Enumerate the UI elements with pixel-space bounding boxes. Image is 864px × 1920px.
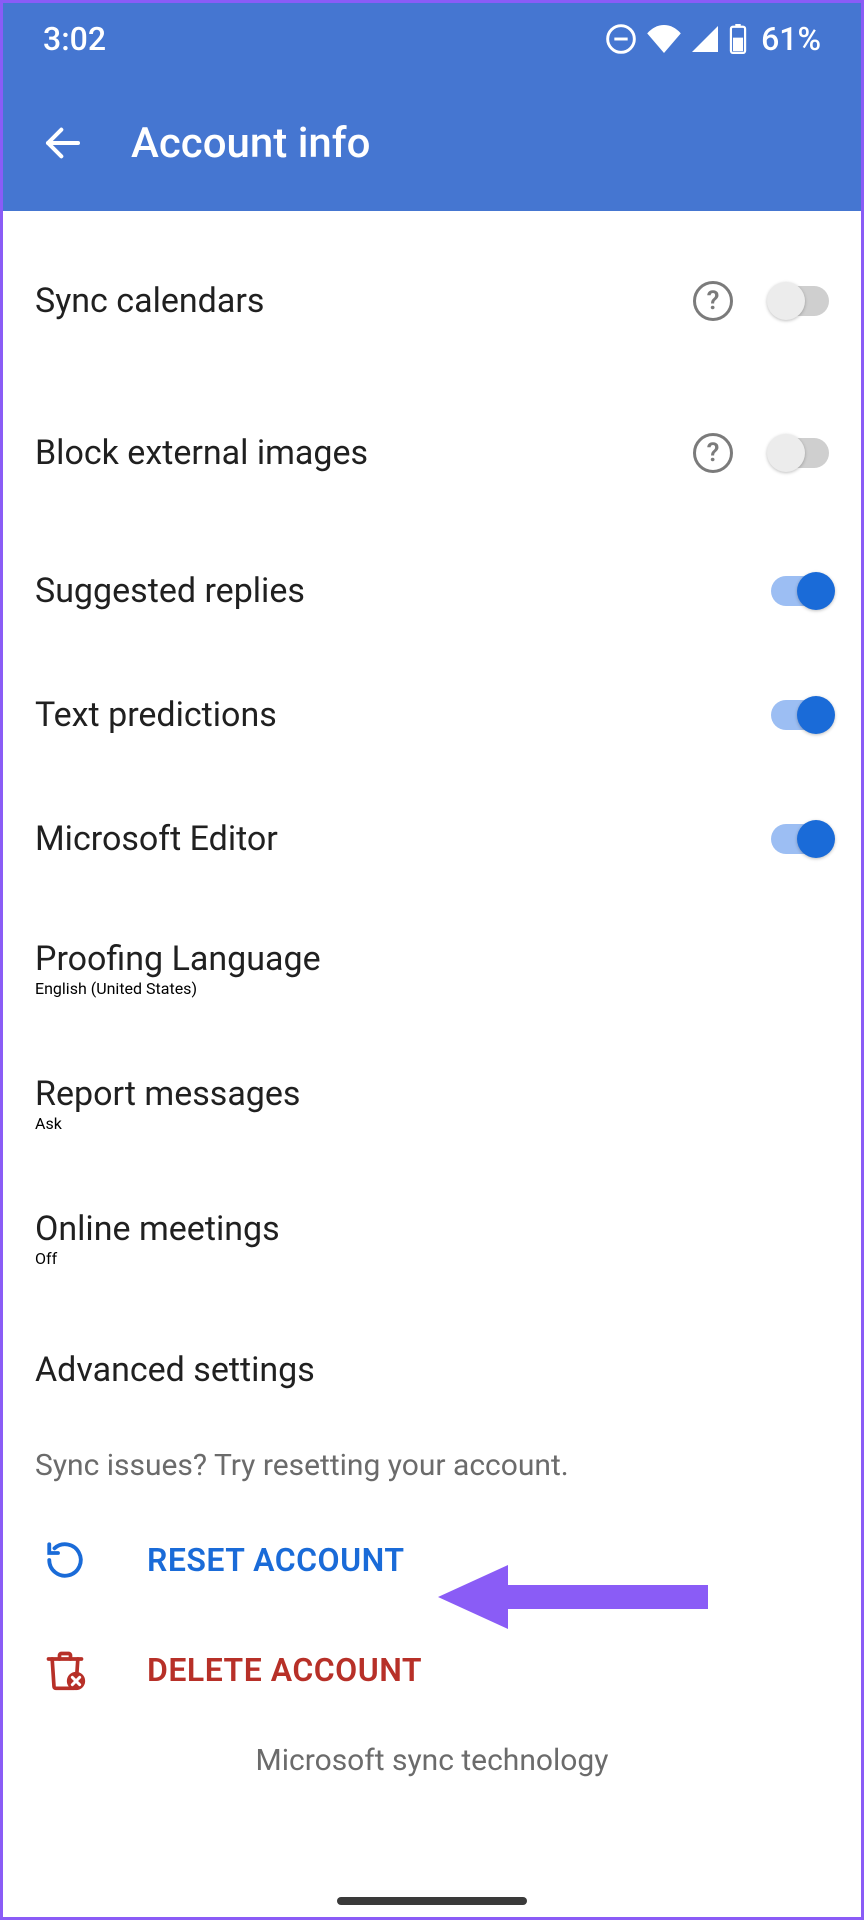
toggle-block-external-images[interactable] — [771, 438, 829, 468]
setting-online-meetings[interactable]: Online meetings Off — [3, 1185, 861, 1292]
help-icon[interactable]: ? — [693, 281, 733, 321]
setting-advanced-settings[interactable]: Advanced settings — [3, 1320, 861, 1420]
footer-text: Microsoft sync technology — [3, 1725, 861, 1838]
setting-block-external-images[interactable]: Block external images ? — [3, 391, 861, 515]
sync-hint: Sync issues? Try resetting your account. — [3, 1420, 861, 1491]
setting-value: Ask — [35, 1114, 829, 1133]
help-icon[interactable]: ? — [693, 433, 733, 473]
back-button[interactable] — [31, 111, 95, 175]
toggle-sync-calendars[interactable] — [771, 286, 829, 316]
status-bar: 3:02 61% — [3, 3, 861, 75]
delete-account-button[interactable]: DELETE ACCOUNT — [3, 1615, 861, 1725]
setting-sync-calendars[interactable]: Sync calendars ? — [3, 239, 861, 363]
setting-report-messages[interactable]: Report messages Ask — [3, 1050, 861, 1157]
battery-percent: 61% — [761, 20, 821, 58]
page-title: Account info — [131, 119, 370, 168]
wifi-icon — [647, 25, 681, 53]
setting-suggested-replies[interactable]: Suggested replies — [3, 529, 861, 653]
setting-label: Text predictions — [35, 695, 771, 735]
setting-label: Block external images — [35, 433, 693, 473]
action-label: RESET ACCOUNT — [147, 1541, 405, 1579]
settings-list: Sync calendars ? Block external images ?… — [3, 211, 861, 1838]
status-icons: 61% — [605, 20, 821, 58]
cell-signal-icon — [691, 26, 719, 52]
toggle-text-predictions[interactable] — [771, 700, 829, 730]
setting-proofing-language[interactable]: Proofing Language English (United States… — [3, 915, 861, 1022]
gesture-bar — [337, 1897, 527, 1905]
setting-label: Sync calendars — [35, 281, 693, 321]
setting-text-predictions[interactable]: Text predictions — [3, 653, 861, 777]
toggle-microsoft-editor[interactable] — [771, 824, 829, 854]
app-bar: Account info — [3, 75, 861, 211]
setting-value: English (United States) — [35, 979, 829, 998]
setting-label: Suggested replies — [35, 571, 771, 611]
setting-label: Microsoft Editor — [35, 819, 771, 859]
status-time: 3:02 — [43, 20, 106, 58]
arrow-left-icon — [43, 123, 83, 163]
setting-label: Online meetings — [35, 1209, 829, 1249]
setting-microsoft-editor[interactable]: Microsoft Editor — [3, 777, 861, 901]
battery-icon — [729, 24, 747, 54]
action-label: DELETE ACCOUNT — [147, 1651, 422, 1689]
dnd-icon — [605, 23, 637, 55]
reset-account-button[interactable]: RESET ACCOUNT — [3, 1505, 861, 1615]
toggle-suggested-replies[interactable] — [771, 576, 829, 606]
setting-value: Off — [35, 1249, 829, 1268]
trash-icon — [43, 1648, 87, 1692]
setting-label: Report messages — [35, 1074, 829, 1114]
reset-icon — [44, 1539, 86, 1581]
setting-label: Advanced settings — [35, 1350, 829, 1390]
setting-label: Proofing Language — [35, 939, 829, 979]
